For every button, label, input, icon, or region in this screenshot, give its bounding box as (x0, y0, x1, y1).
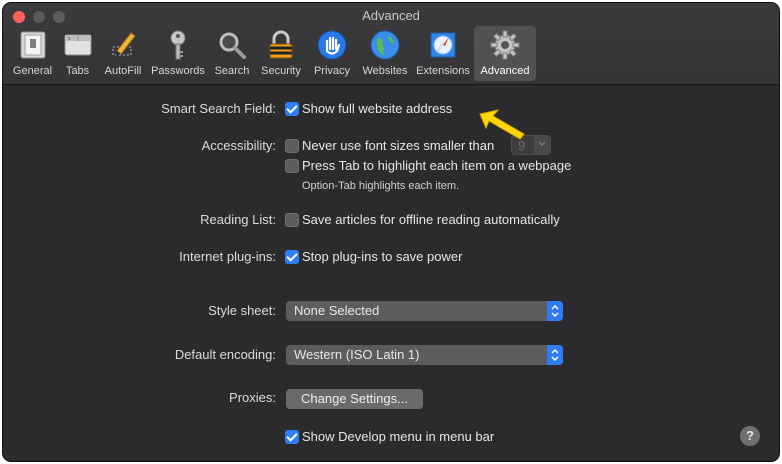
tab-extensions[interactable]: Extensions (413, 26, 473, 81)
tab-search[interactable]: Search (210, 26, 254, 81)
proxies-label: Proxies: (229, 390, 276, 405)
tab-security[interactable]: Security (256, 26, 306, 81)
tab-advanced[interactable]: Advanced (474, 26, 536, 81)
show-develop-menu-checkbox[interactable] (285, 430, 299, 444)
tab-advanced-label: Advanced (480, 65, 530, 77)
tab-passwords-label: Passwords (151, 65, 205, 77)
save-articles-text: Save articles for offline reading automa… (302, 212, 560, 227)
stop-plugins-text: Stop plug-ins to save power (302, 249, 463, 264)
style-sheet-value: None Selected (294, 303, 380, 318)
up-down-chevron-icon (547, 345, 563, 365)
tab-websites-label: Websites (362, 65, 408, 77)
tab-general-label: General (12, 65, 53, 77)
option-tab-hint: Option-Tab highlights each item. (302, 180, 460, 192)
plugins-label: Internet plug-ins: (179, 249, 276, 264)
min-font-size-text: Never use font sizes smaller than (302, 138, 495, 153)
smart-search-label: Smart Search Field: (161, 101, 276, 116)
tabs-icon: x (62, 29, 94, 61)
press-tab-checkbox[interactable] (285, 159, 299, 173)
stop-plugins-checkbox[interactable] (285, 250, 299, 264)
magnifier-icon (216, 29, 248, 61)
preferences-window: Advanced General x Tabs AutoFill Passwor… (3, 3, 779, 461)
default-encoding-value: Western (ISO Latin 1) (294, 347, 420, 362)
advanced-settings-pane: Smart Search Field: Show full website ad… (3, 85, 779, 461)
tab-tabs[interactable]: x Tabs (58, 26, 97, 81)
tab-autofill-label: AutoFill (104, 65, 142, 77)
tab-passwords[interactable]: Passwords (147, 26, 209, 81)
press-tab-text: Press Tab to highlight each item on a we… (302, 158, 572, 173)
save-articles-checkbox[interactable] (285, 213, 299, 227)
style-sheet-popup[interactable]: None Selected (286, 301, 563, 321)
tab-privacy-label: Privacy (313, 65, 351, 77)
show-develop-menu-text: Show Develop menu in menu bar (302, 429, 495, 444)
change-settings-button[interactable]: Change Settings... (286, 389, 423, 409)
title-bar: Advanced General x Tabs AutoFill Passwor… (3, 3, 779, 85)
up-down-chevron-icon (547, 301, 563, 321)
yellow-arrow-pointer-icon (478, 108, 528, 147)
puzzle-compass-icon (427, 29, 459, 61)
key-icon (162, 29, 194, 61)
reading-list-label: Reading List: (200, 212, 276, 227)
window-title: Advanced (362, 8, 420, 23)
lock-icon (265, 29, 297, 61)
tab-extensions-label: Extensions (416, 65, 470, 77)
general-switch-icon (17, 29, 49, 61)
tab-websites[interactable]: Websites (358, 26, 412, 81)
show-full-address-checkbox[interactable] (285, 102, 299, 116)
autofill-pencil-icon (107, 29, 139, 61)
chevron-down-icon (534, 136, 550, 154)
min-font-size-checkbox[interactable] (285, 139, 299, 153)
tab-autofill[interactable]: AutoFill (100, 26, 146, 81)
tab-security-label: Security (261, 65, 301, 77)
default-encoding-label: Default encoding: (174, 347, 276, 362)
style-sheet-label: Style sheet: (208, 303, 276, 318)
accessibility-label: Accessibility: (201, 138, 276, 153)
gear-icon (489, 29, 521, 61)
hand-icon (316, 29, 348, 61)
tab-general[interactable]: General (8, 26, 57, 81)
help-button[interactable]: ? (740, 426, 760, 446)
default-encoding-popup[interactable]: Western (ISO Latin 1) (286, 345, 563, 365)
tab-privacy[interactable]: Privacy (307, 26, 357, 81)
tab-tabs-label: Tabs (65, 65, 90, 77)
tab-search-label: Search (214, 65, 250, 77)
globe-icon (369, 29, 401, 61)
show-full-address-text: Show full website address (302, 101, 453, 116)
